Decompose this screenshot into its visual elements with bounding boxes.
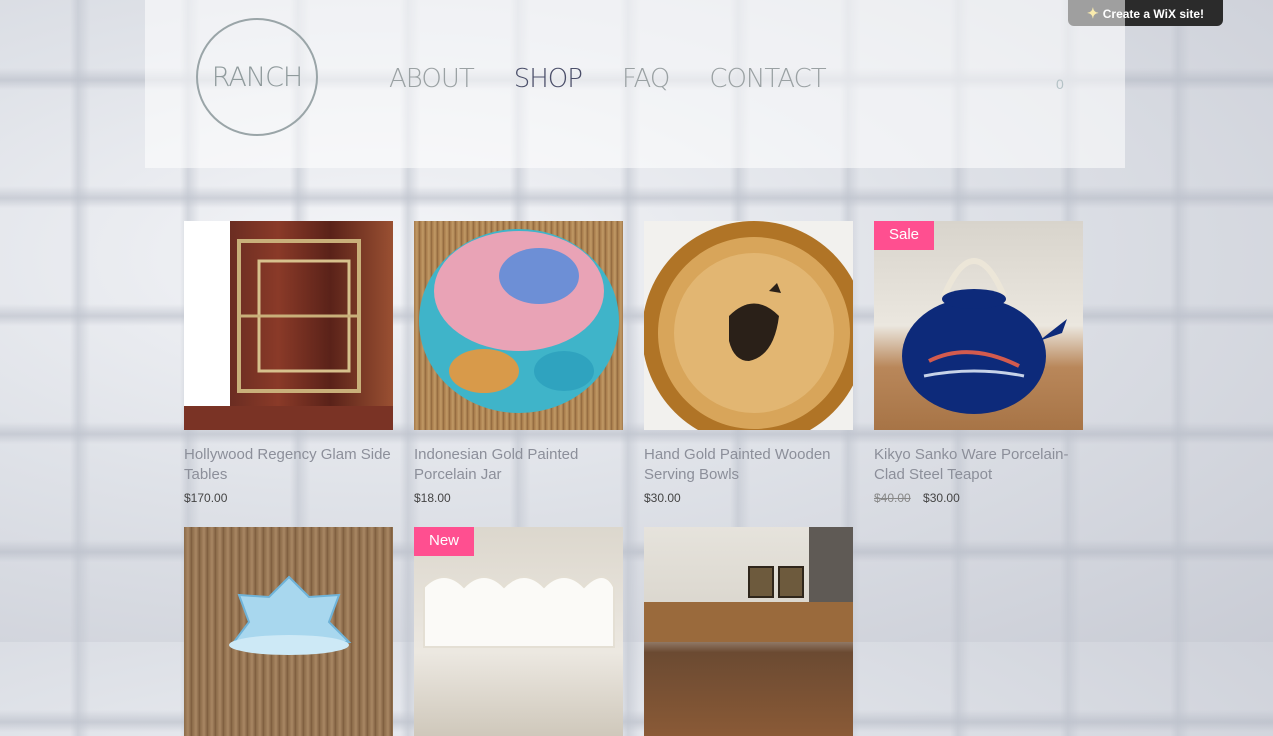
logo-text: RANCH <box>211 61 303 93</box>
nav-about[interactable]: ABOUT <box>389 64 475 94</box>
product-image-art <box>229 575 352 655</box>
product-image[interactable]: New <box>414 527 623 736</box>
product-image[interactable] <box>184 221 393 430</box>
product-card[interactable] <box>184 527 393 736</box>
sale-badge: Sale <box>874 221 935 250</box>
product-image[interactable] <box>414 221 623 430</box>
current-price: $170.00 <box>184 491 228 505</box>
product-price: $18.00 <box>414 491 623 505</box>
product-image[interactable]: Sale <box>874 221 1083 430</box>
product-name[interactable]: Hollywood Regency Glam Side Tables <box>184 445 393 485</box>
product-image-art <box>423 576 615 648</box>
current-price: $30.00 <box>923 491 960 505</box>
product-name[interactable]: Kikyo Sanko Ware Porcelain-Clad Steel Te… <box>874 445 1083 485</box>
ranch-logo[interactable]: RANCH <box>196 18 318 136</box>
product-price: $40.00 $30.00 <box>874 491 1083 505</box>
product-image-art <box>419 229 619 413</box>
product-card[interactable] <box>644 527 853 736</box>
product-image[interactable] <box>644 527 853 736</box>
product-image-art <box>644 221 853 430</box>
nav-contact[interactable]: CONTACT <box>709 64 826 94</box>
cart-count[interactable]: 0 <box>1056 76 1064 92</box>
main-nav: ABOUT SHOP FAQ CONTACT <box>389 64 866 94</box>
product-name[interactable]: Indonesian Gold Painted Porcelain Jar <box>414 445 623 485</box>
product-price: $170.00 <box>184 491 393 505</box>
current-price: $18.00 <box>414 491 451 505</box>
product-image[interactable] <box>644 221 853 430</box>
product-image-art <box>902 258 1067 414</box>
current-price: $30.00 <box>644 491 681 505</box>
original-price: $40.00 <box>874 491 911 505</box>
product-image-art <box>184 239 393 430</box>
nav-faq[interactable]: FAQ <box>622 64 671 94</box>
product-card[interactable]: Hollywood Regency Glam Side Tables $170.… <box>184 221 393 505</box>
site-header: RANCH ABOUT SHOP FAQ CONTACT 0 <box>145 0 1125 168</box>
product-price: $30.00 <box>644 491 853 505</box>
nav-shop[interactable]: SHOP <box>514 64 583 94</box>
product-name[interactable]: Hand Gold Painted Wooden Serving Bowls <box>644 445 853 485</box>
product-card[interactable]: Sale Kikyo Sanko Ware Porcelain-Clad Ste… <box>874 221 1083 505</box>
product-image[interactable] <box>184 527 393 736</box>
new-badge: New <box>414 527 475 556</box>
product-image-art <box>644 527 853 642</box>
product-card[interactable]: Indonesian Gold Painted Porcelain Jar $1… <box>414 221 623 505</box>
product-card[interactable]: New <box>414 527 623 736</box>
product-card[interactable]: Hand Gold Painted Wooden Serving Bowls $… <box>644 221 853 505</box>
